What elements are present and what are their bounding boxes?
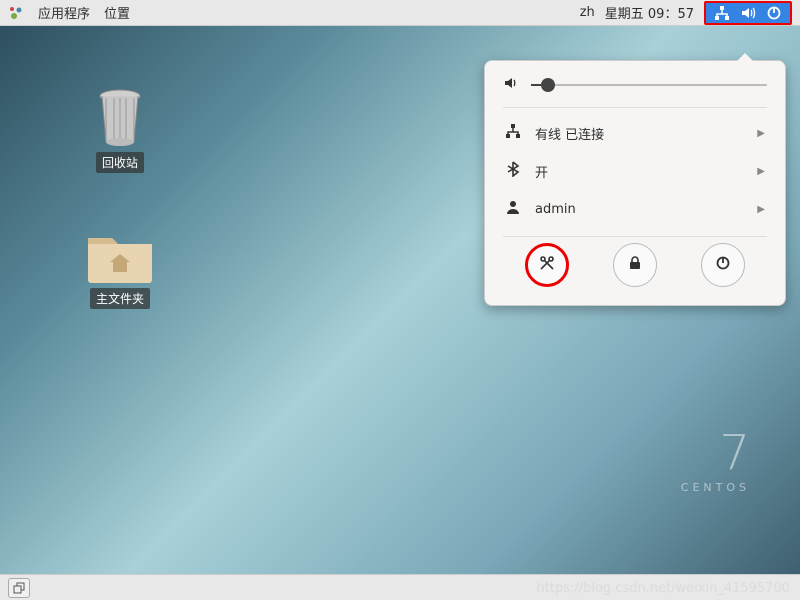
centos-watermark: 7 CENTOS	[681, 425, 750, 494]
user-icon	[505, 199, 521, 219]
bluetooth-icon	[505, 161, 521, 181]
volume-popup-icon	[503, 75, 519, 95]
network-icon	[714, 5, 730, 21]
volume-icon	[740, 5, 756, 21]
bluetooth-menu-item[interactable]: 开 ▶	[503, 152, 767, 190]
network-menu-label: 有线 已连接	[535, 124, 743, 143]
user-menu-item[interactable]: admin ▶	[503, 190, 767, 228]
bluetooth-menu-label: 开	[535, 162, 743, 181]
top-panel: 应用程序 位置 zh 星期五 09：57	[0, 0, 800, 26]
folder-home-icon	[84, 226, 156, 284]
chevron-right-icon: ▶	[757, 204, 765, 215]
divider	[503, 107, 767, 108]
settings-button[interactable]	[525, 243, 569, 287]
power-off-icon	[715, 255, 731, 275]
restore-window-icon	[13, 582, 25, 594]
power-icon	[766, 5, 782, 21]
source-watermark: https://blog.csdn.net/weixin_41595700	[536, 581, 790, 596]
system-status-popup: 有线 已连接 ▶ 开 ▶ admin ▶	[484, 60, 786, 306]
gnome-logo-icon	[8, 5, 24, 21]
places-menu[interactable]: 位置	[104, 3, 130, 22]
system-status-area[interactable]	[704, 1, 792, 25]
settings-tools-icon	[538, 254, 556, 276]
power-button[interactable]	[701, 243, 745, 287]
home-folder-desktop-icon[interactable]: 主文件夹	[70, 226, 170, 309]
volume-slider[interactable]	[531, 84, 767, 86]
trash-label: 回收站	[96, 152, 144, 173]
desktop[interactable]: 回收站 主文件夹 7 CENTOS 有线 已连接 ▶	[0, 26, 800, 574]
window-list-button[interactable]	[8, 578, 30, 598]
chevron-right-icon: ▶	[757, 166, 765, 177]
chevron-right-icon: ▶	[757, 128, 765, 139]
input-method-indicator[interactable]: zh	[580, 5, 595, 20]
trash-bin-icon	[92, 86, 148, 148]
network-menu-item[interactable]: 有线 已连接 ▶	[503, 114, 767, 152]
lock-icon	[627, 255, 643, 275]
divider	[503, 236, 767, 237]
applications-menu[interactable]: 应用程序	[38, 3, 90, 22]
user-menu-label: admin	[535, 202, 743, 217]
lock-button[interactable]	[613, 243, 657, 287]
network-menu-icon	[505, 123, 521, 143]
clock-label[interactable]: 星期五 09：57	[605, 3, 694, 22]
trash-desktop-icon[interactable]: 回收站	[70, 86, 170, 173]
home-folder-label: 主文件夹	[90, 288, 150, 309]
